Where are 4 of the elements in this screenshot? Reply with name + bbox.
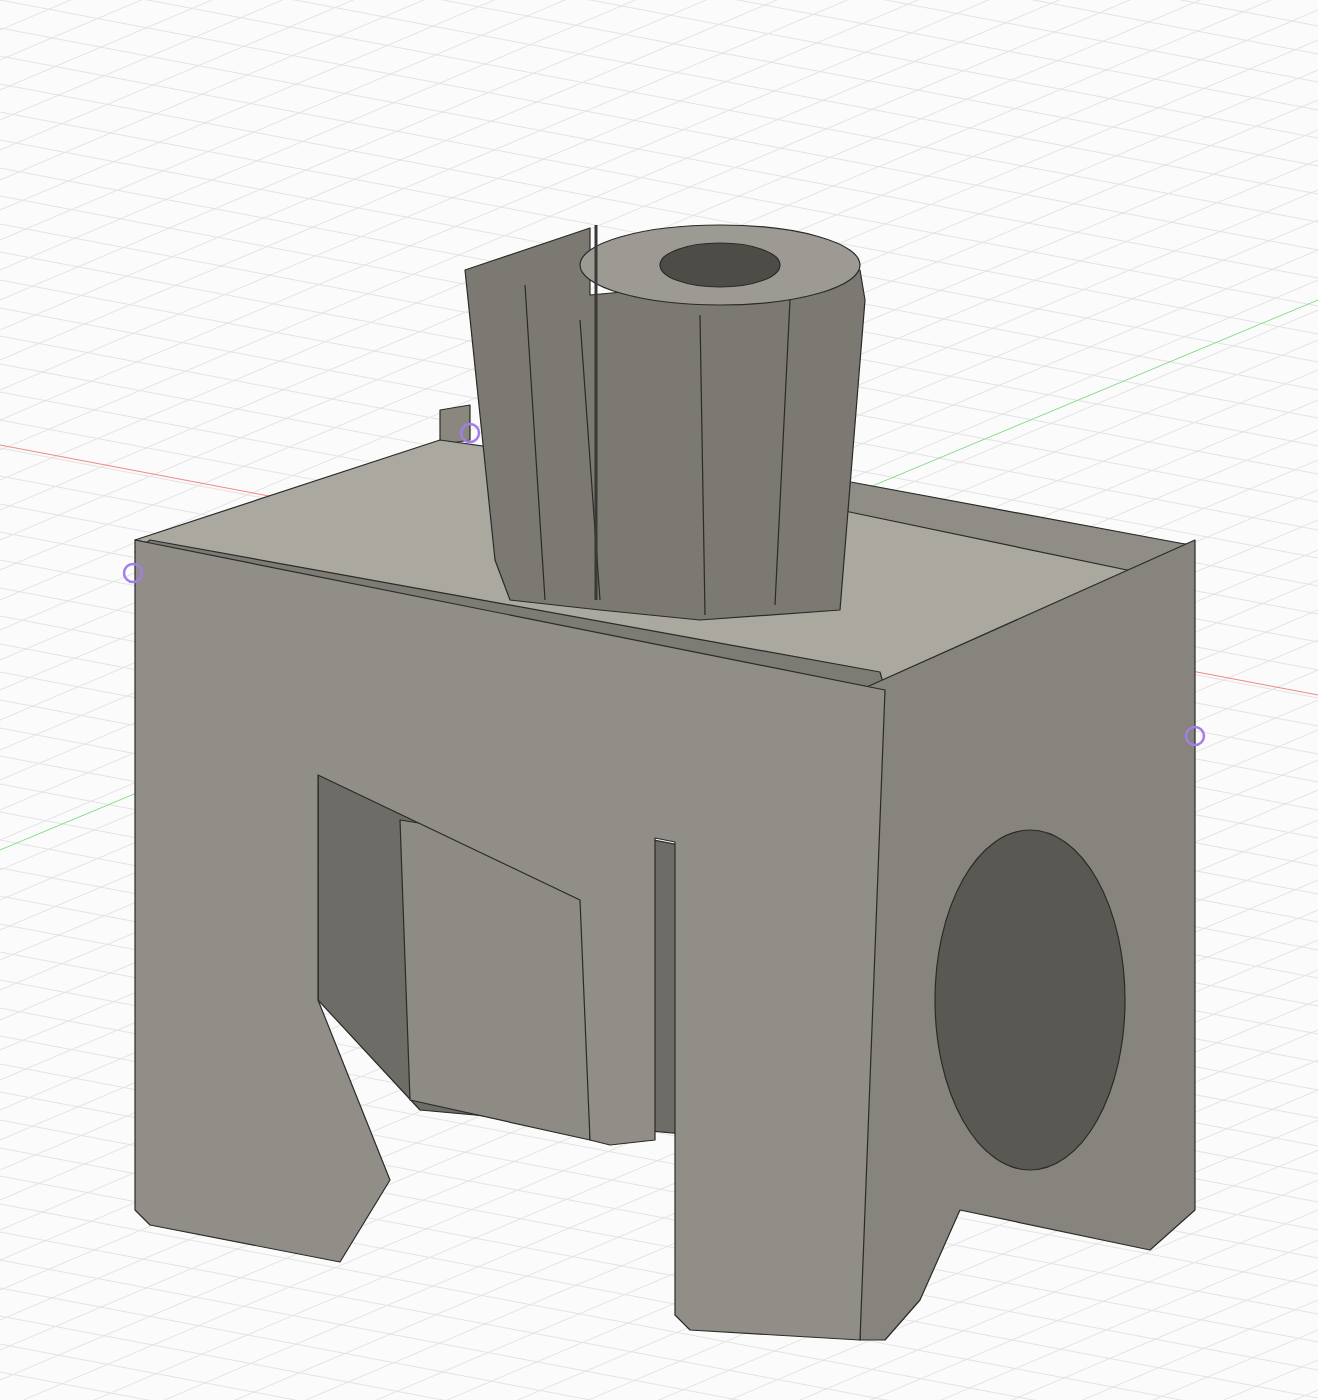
point-marker[interactable] — [1184, 725, 1206, 747]
viewport-canvas[interactable] — [0, 0, 1318, 1400]
point-marker[interactable] — [459, 422, 481, 444]
point-marker[interactable] — [122, 562, 144, 584]
